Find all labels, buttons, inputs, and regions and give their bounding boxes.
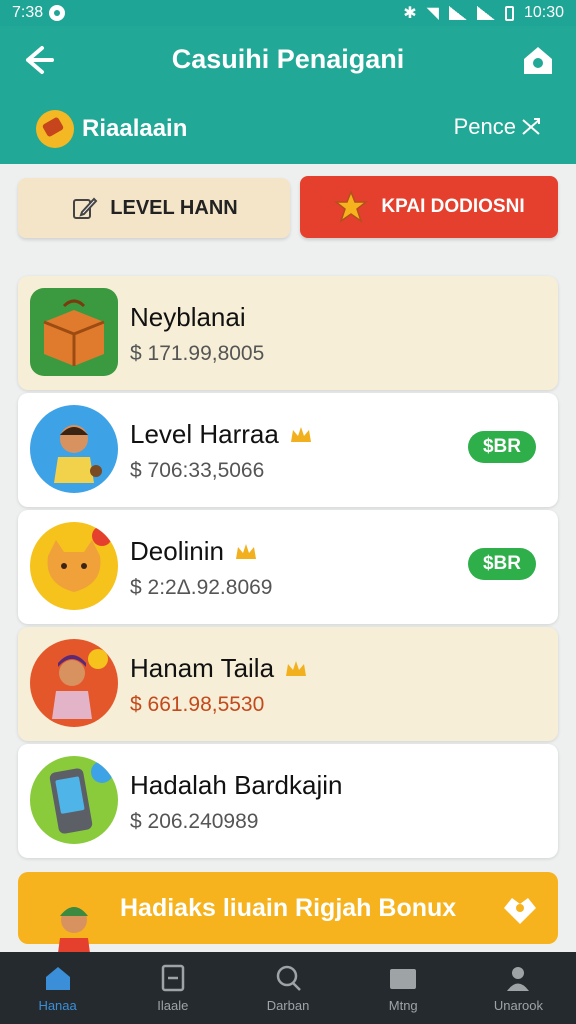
folder-icon bbox=[390, 968, 417, 989]
nav-item-list[interactable]: Ilaale bbox=[115, 952, 230, 1024]
nav-item-folder[interactable]: Mtng bbox=[346, 952, 461, 1024]
status-time-right: 10:30 bbox=[523, 4, 564, 21]
nav-label: Mtng bbox=[388, 997, 418, 1013]
person-thumbnail-icon bbox=[30, 639, 118, 727]
item-name: Hanam Taila bbox=[130, 653, 308, 684]
phone-thumbnail-icon bbox=[30, 756, 118, 844]
character-thumbnail-icon bbox=[30, 405, 118, 493]
cat-thumbnail-icon bbox=[30, 522, 118, 610]
bonus-banner[interactable]: Hadiaks liuain Rigjah Bonux bbox=[18, 872, 558, 968]
brand-logo-icon bbox=[36, 110, 74, 148]
nav-item-home[interactable]: Hanaa bbox=[0, 952, 115, 1024]
item-name: Hadalah Bardkajin bbox=[130, 770, 343, 800]
red-button-label: KPAI DODIOSNI bbox=[381, 196, 525, 217]
item-list: Neyblanai $ 171.99,8005 Level Harraa $ 7… bbox=[18, 276, 558, 861]
wifi-icon: ◥ bbox=[426, 5, 439, 22]
red-action-button[interactable]: KPAI DODIOSNI bbox=[300, 176, 558, 238]
list-icon bbox=[161, 964, 185, 991]
level-button[interactable]: LEVEL HANN bbox=[18, 178, 290, 238]
list-item[interactable]: Deolinin $ 2:2Δ.92.8069 $BR bbox=[18, 510, 558, 624]
box-thumbnail-icon bbox=[30, 288, 118, 376]
notification-icon bbox=[49, 5, 66, 21]
nav-label: Darban bbox=[266, 997, 310, 1013]
item-name: Deolinin bbox=[130, 536, 258, 567]
list-item[interactable]: Level Harraa $ 706:33,5066 $BR bbox=[18, 393, 558, 507]
search-icon bbox=[276, 965, 301, 991]
price-badge[interactable]: $BR bbox=[468, 548, 536, 580]
bottom-nav: Hanaa Ilaale Darban Mtng Unarook bbox=[0, 952, 576, 1024]
item-price: $ 706:33,5066 bbox=[130, 459, 265, 482]
item-price: $ 206.240989 bbox=[130, 810, 259, 833]
profile-icon bbox=[507, 966, 530, 991]
app-header: Casuihi Penaigani Riaalaain Pence bbox=[0, 26, 576, 164]
item-name: Neyblanai bbox=[130, 302, 246, 332]
header-right-label: Pence bbox=[453, 114, 516, 139]
price-badge[interactable]: $BR bbox=[468, 431, 536, 463]
edit-icon bbox=[73, 197, 98, 219]
nav-item-search[interactable]: Darban bbox=[230, 952, 345, 1024]
crown-icon bbox=[235, 543, 256, 559]
page-title: Casuihi Penaigani bbox=[171, 44, 405, 74]
level-button-label: LEVEL HANN bbox=[110, 196, 238, 219]
brand-area[interactable]: Riaalaain bbox=[36, 110, 187, 148]
crown-icon bbox=[290, 426, 311, 442]
status-bar: 7:38 ✱ ◥ 10:30 bbox=[0, 0, 576, 26]
item-price: $ 661.98,5530 bbox=[130, 693, 265, 716]
nav-label: Hanaa bbox=[38, 997, 77, 1013]
list-item[interactable]: Hanam Taila $ 661.98,5530 bbox=[18, 627, 558, 741]
list-item[interactable]: Hadalah Bardkajin $ 206.240989 bbox=[18, 744, 558, 858]
list-item[interactable]: Neyblanai $ 171.99,8005 bbox=[18, 276, 558, 390]
home-icon[interactable] bbox=[520, 42, 556, 78]
header-right-link[interactable]: Pence bbox=[454, 114, 542, 140]
status-time-left: 7:38 bbox=[12, 4, 44, 21]
star-box-icon bbox=[334, 190, 369, 223]
gift-icon bbox=[504, 898, 536, 924]
crown-icon bbox=[286, 660, 307, 676]
brand-label: Riaalaain bbox=[82, 115, 188, 142]
item-price: $ 171.99,8005 bbox=[130, 342, 265, 365]
bonus-label: Hadiaks liuain Rigjah Bonux bbox=[120, 894, 457, 922]
battery-icon bbox=[504, 5, 514, 21]
item-name: Level Harraa bbox=[130, 419, 313, 450]
cross-arrow-icon bbox=[522, 118, 540, 135]
nav-label: Ilaale bbox=[157, 997, 189, 1013]
bluetooth-icon: ✱ bbox=[403, 5, 417, 22]
signal-icon-2 bbox=[476, 6, 495, 20]
nav-label: Unarook bbox=[493, 997, 543, 1013]
signal-icon bbox=[448, 6, 467, 20]
home-icon bbox=[45, 966, 70, 990]
item-price: $ 2:2Δ.92.8069 bbox=[130, 576, 273, 599]
nav-item-profile[interactable]: Unarook bbox=[461, 952, 576, 1024]
